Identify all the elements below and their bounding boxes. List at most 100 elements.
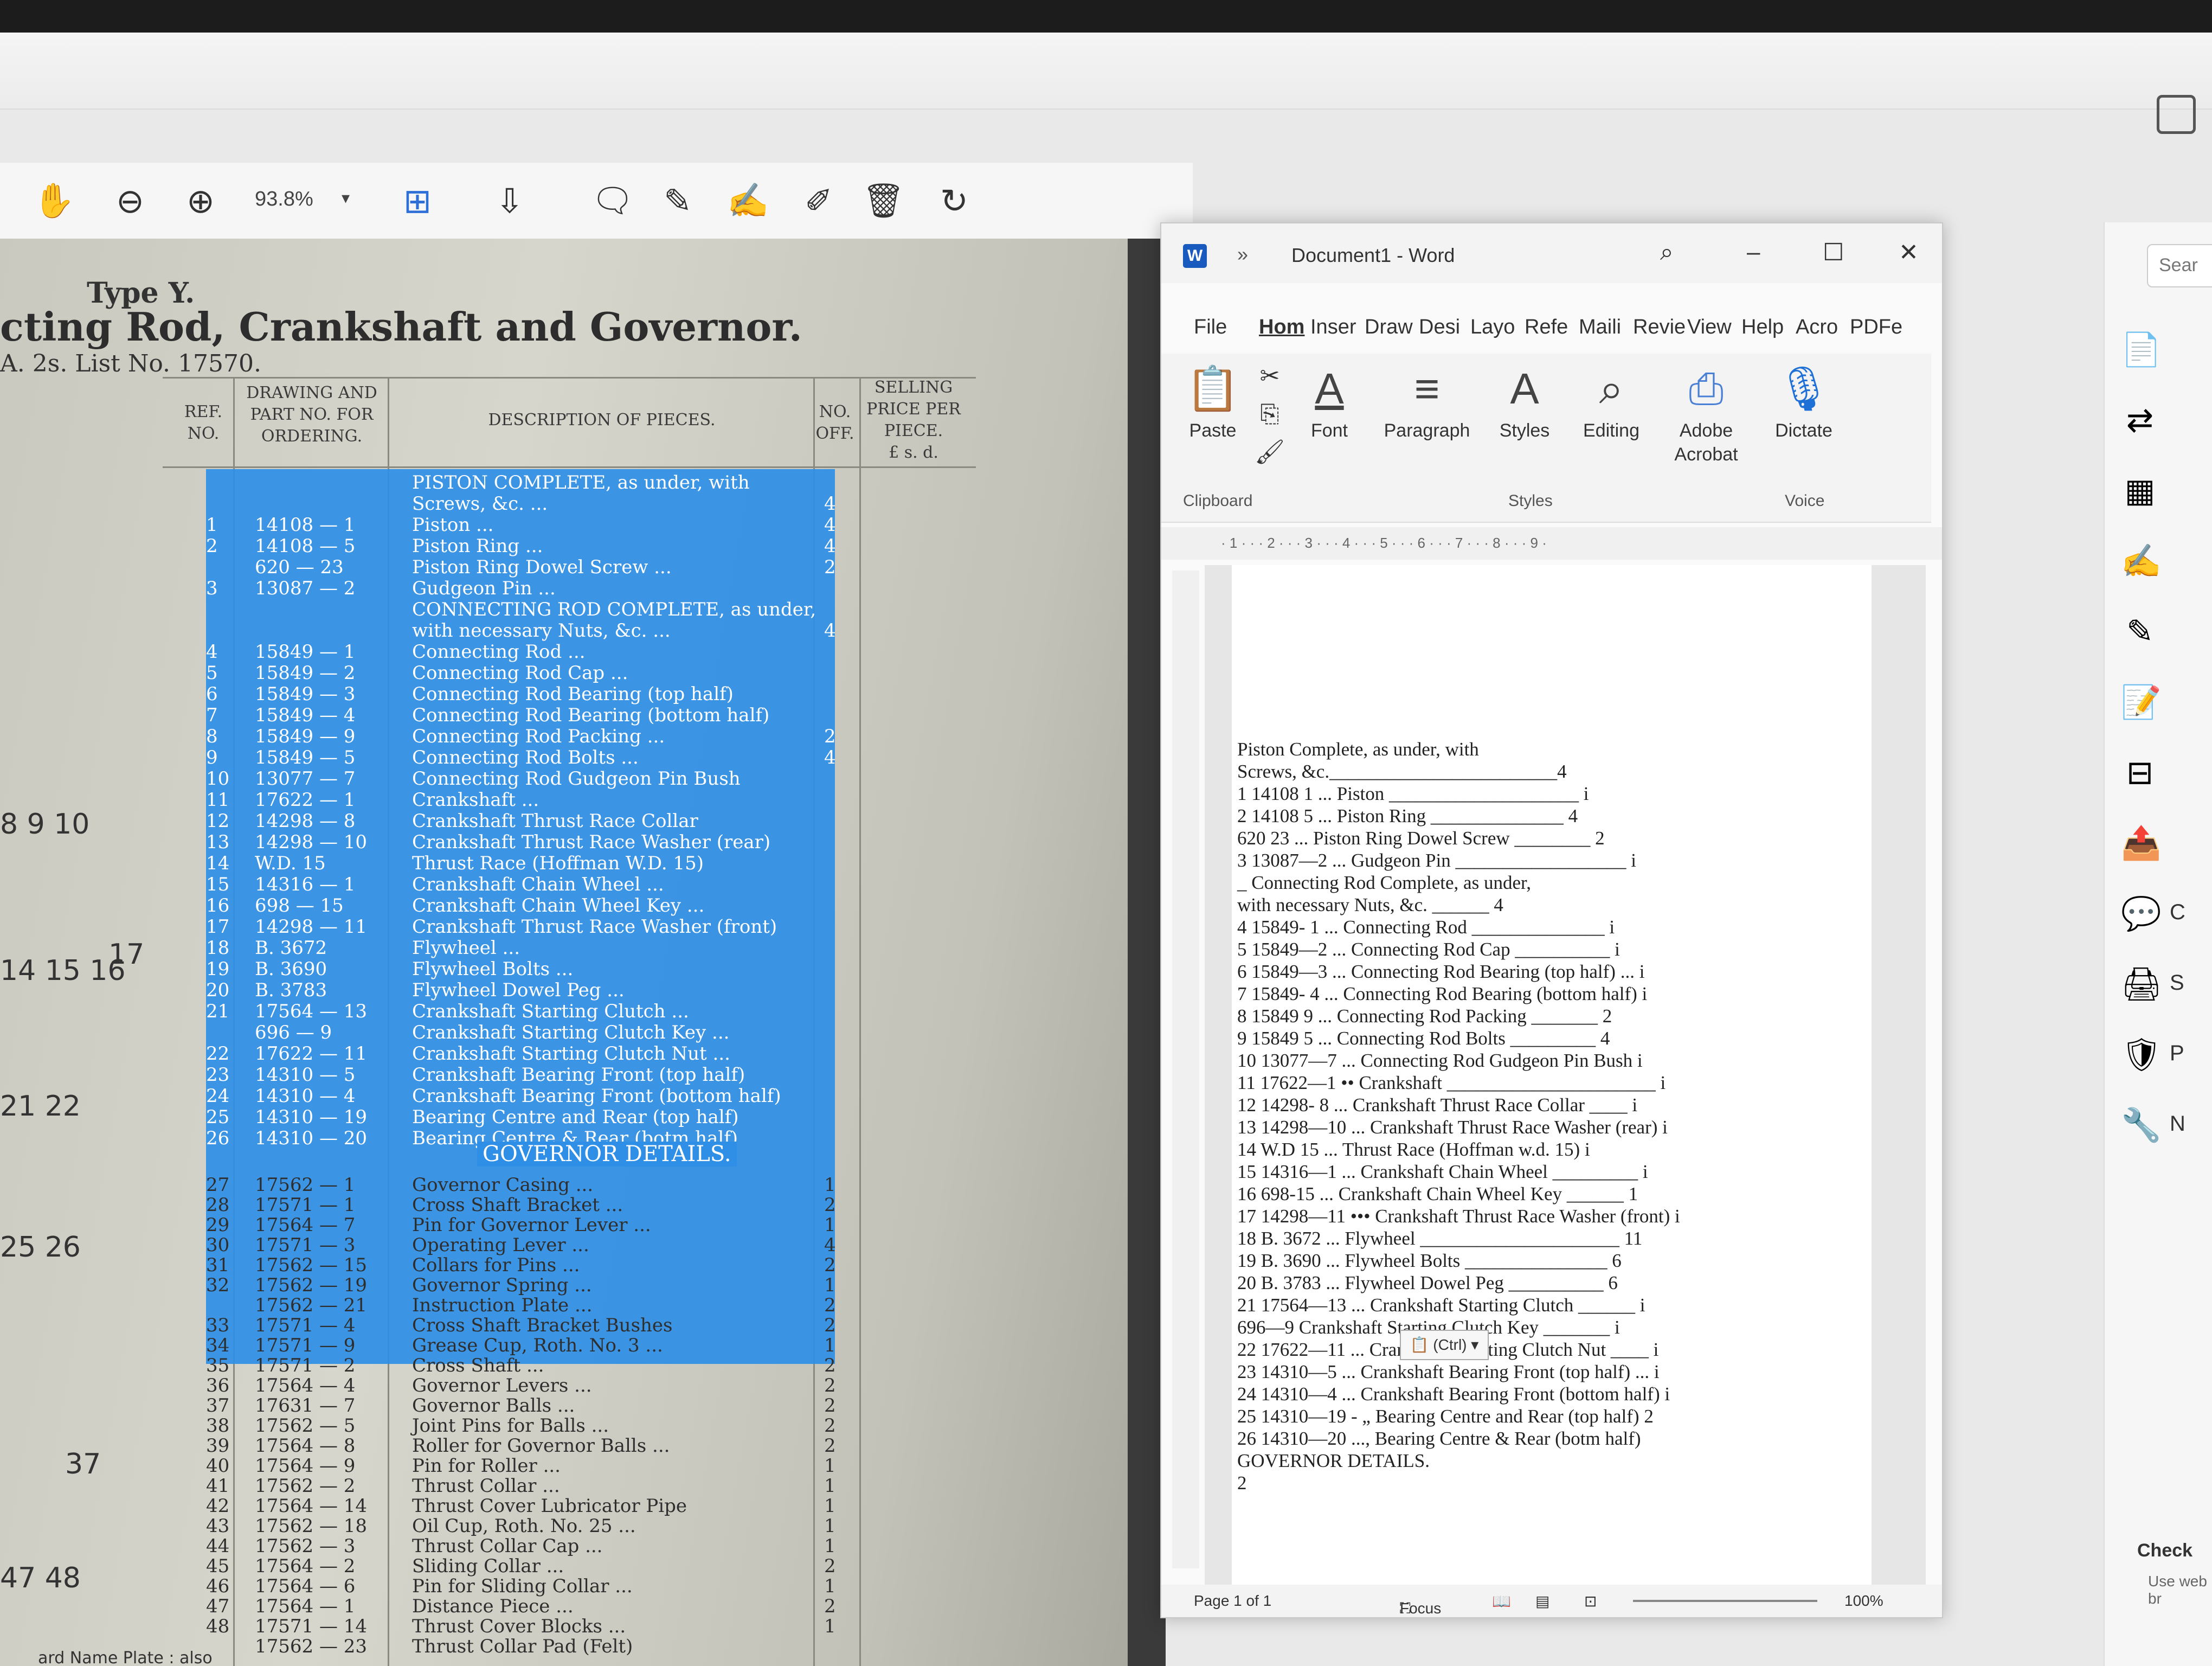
parts-row: 17 14298 — 11 Crankshaft Thrust Race Washe… [0,916,1128,938]
word-logo-icon: W [1183,244,1207,268]
tab-home[interactable]: Hom [1259,316,1304,339]
row-part: 17562 — 23 [255,1636,368,1657]
tab-help[interactable]: Help [1741,316,1784,339]
document-line: 2 [1237,1472,1247,1494]
row-no: 2 [824,556,836,578]
edit-pdf-icon[interactable]: 📝 [2121,683,2162,721]
search-icon[interactable]: ⌕ [1660,239,1674,266]
parts-row: 8 15849 — 9 Connecting Rod Packing ... 2 [0,726,1128,747]
fill-sign-icon[interactable]: ✍ [2121,542,2162,580]
document-page[interactable]: Piston Complete, as under, with Screws, &… [1232,565,1872,1585]
read-mode-icon[interactable]: 📖 [1492,1592,1511,1610]
group-voice: Voice [1785,492,1825,510]
editing-button[interactable]: ⌕ Editing [1573,359,1649,443]
row-ref: 34 [206,1335,230,1356]
tab-references[interactable]: Refe [1525,316,1568,339]
document-line: 2 14108 5 ... Piston Ring ______________… [1237,805,1578,826]
format-painter-icon[interactable]: 🖌 [1253,440,1286,464]
zoom-caret-icon[interactable]: ▾ [342,189,350,208]
paste-options-button[interactable]: 📋 (Ctrl) ▾ [1400,1330,1489,1360]
styles-button[interactable]: A Styles [1487,359,1562,443]
zoom-in-icon[interactable]: ⊕ [179,179,222,222]
parts-row: 7 15849 — 4 Connecting Rod Bearing (bottom… [0,704,1128,726]
status-bar: Page 1 of 1 ⛶ Focus 📖 ▤ ⊡ 100% [1161,1585,1942,1617]
paragraph-button[interactable]: ≡ Paragraph [1378,359,1476,443]
row-part: 17562 — 3 [255,1535,356,1557]
row-part: 13087 — 2 [255,578,356,599]
row-no: 2 [824,1395,836,1417]
sign-icon[interactable]: ✍ [726,179,770,222]
row-ref: 47 [206,1595,230,1617]
export-pdf-icon[interactable]: ⇄ [2121,401,2159,439]
organize-icon[interactable]: ▦ [2121,472,2159,510]
row-part: 17622 — 1 [255,789,356,811]
font-button[interactable]: A Font [1297,359,1362,443]
document-line: Screws, &c.________________________4 [1237,761,1567,782]
comment-icon[interactable]: 🗨 [591,179,634,222]
row-desc: Thrust Cover Blocks ... [412,1616,626,1637]
tools-icon[interactable]: 🔧 [2121,1106,2162,1144]
minimize-icon[interactable]: – [1747,239,1760,266]
protect-icon[interactable]: 🛡 [2121,1036,2162,1074]
row-ref: 24 [206,1085,230,1107]
delete-icon[interactable]: 🗑 [862,179,905,222]
row-ref: 41 [206,1475,230,1497]
row-ref: 36 [206,1375,230,1396]
fit-page-icon[interactable]: ⊞ [396,179,439,222]
quick-access-icon[interactable]: » [1237,243,1248,266]
rotate-icon[interactable]: ↻ [933,179,976,222]
dictate-button[interactable]: 🎙 Dictate [1763,359,1844,443]
tab-layout[interactable]: Layo [1470,316,1515,339]
row-part: 14310 — 20 [255,1127,368,1149]
export-icon[interactable]: 📤 [2121,824,2162,862]
edit-icon[interactable]: ✐ [797,179,840,222]
create-pdf-icon[interactable]: 📄 [2121,331,2162,369]
parts-row: CONNECTING ROD COMPLETE, as under, [0,599,1128,620]
scroll-mode-icon[interactable]: ⇩ [488,179,531,222]
row-part: 17562 — 15 [255,1254,368,1276]
maximize-icon[interactable]: ☐ [1823,239,1844,266]
row-part: 15849 — 4 [255,704,356,726]
copy-icon[interactable]: ⎘ [1253,402,1286,426]
row-no: 1 [824,1455,836,1477]
tab-view[interactable]: View [1687,316,1732,339]
document-line: 23 14310—5 ... Crankshaft Bearing Front … [1237,1361,1660,1382]
tab-file[interactable]: File [1194,316,1227,339]
tab-mailings[interactable]: Maili [1579,316,1621,339]
col-no-header: NO. OFF. [815,402,854,443]
zoom-out-icon[interactable]: ⊖ [108,179,152,222]
print-layout-icon[interactable]: ▤ [1535,1592,1549,1610]
col-part-header: DRAWING AND PART NO. FOR ORDERING. [246,383,377,446]
hand-icon[interactable]: ✋ [33,179,76,222]
row-desc: Distance Piece ... [412,1595,574,1617]
zoom-level[interactable]: 100% [1844,1592,1883,1610]
tab-draw[interactable]: Draw [1365,316,1413,339]
document-line: 6 15849—3 ... Connecting Rod Bearing (to… [1237,961,1645,982]
tab-insert[interactable]: Inser [1310,316,1356,339]
parts-row: 40 17564 — 9 Pin for Roller ... 1 [0,1455,1128,1477]
tab-review[interactable]: Revie [1633,316,1686,339]
highlight-icon[interactable]: ✎ [656,179,699,222]
cut-icon[interactable]: ✂ [1253,364,1286,388]
tab-pdfelement[interactable]: PDFe [1850,316,1902,339]
row-part: 698 — 15 [255,895,344,917]
row-part: 14316 — 1 [255,874,356,895]
search-input[interactable]: Sear [2147,244,2212,287]
row-desc: Gudgeon Pin ... [412,578,556,599]
document-line: 20 B. 3783 ... Flywheel Dowel Peg ______… [1237,1272,1618,1293]
zoom-slider[interactable] [1633,1600,1817,1602]
comment-icon[interactable]: 💬 [2121,895,2162,933]
web-layout-icon[interactable]: ⊡ [1584,1592,1597,1610]
tab-design[interactable]: Desi [1419,316,1460,339]
document-line: 26 14310—20 ..., Bearing Centre & Rear (… [1237,1428,1641,1449]
request-sign-icon[interactable]: ✎ [2121,613,2159,651]
tab-acrobat[interactable]: Acro [1796,316,1838,339]
adobe-acrobat-button[interactable]: ⎙ Adobe Acrobat [1660,359,1752,466]
sync-icon[interactable] [2157,95,2196,134]
parts-row: 17562 — 23 Thrust Collar Pad (Felt) [0,1636,1128,1657]
paste-button[interactable]: 📋 Paste [1183,359,1243,443]
print-icon[interactable]: 🖨 [2121,965,2162,1003]
close-icon[interactable]: ✕ [1899,239,1919,266]
combine-icon[interactable]: ⊟ [2121,754,2159,792]
zoom-value[interactable]: 93.8% [255,188,313,211]
